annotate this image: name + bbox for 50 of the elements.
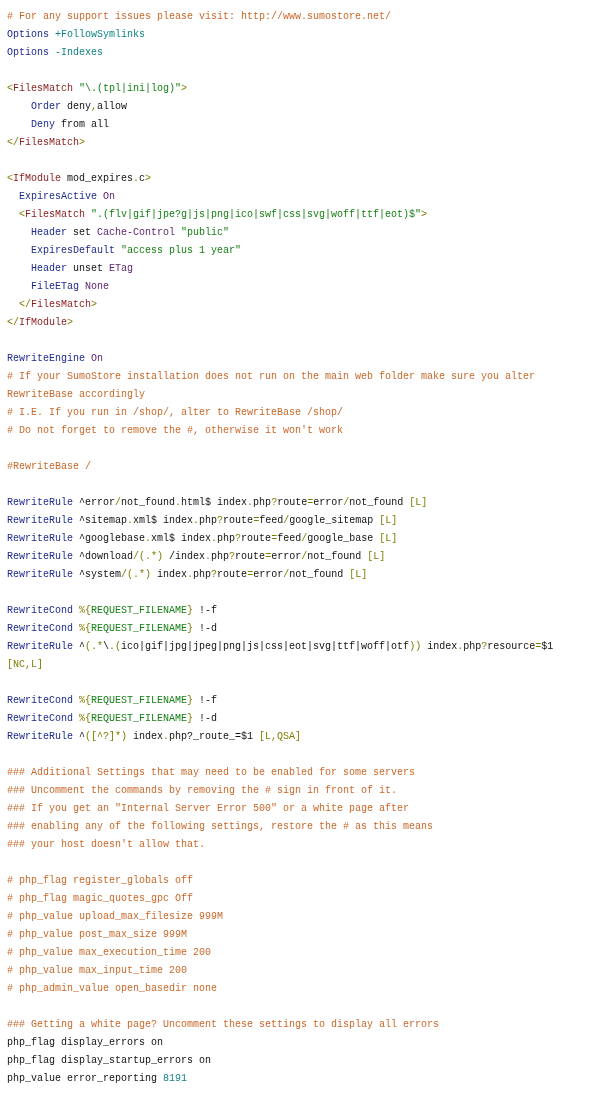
code-line: ### enabling any of the following settings, restore the # as this means xyxy=(7,820,434,834)
code-line: # Do not forget to remove the #, otherwise it won't work xyxy=(7,424,344,438)
code-line: [NC,L] xyxy=(7,658,43,672)
code-line: RewriteCond %{REQUEST_FILENAME} !-d xyxy=(7,622,218,636)
code-line: php_flag display_startup_errors on xyxy=(7,1054,212,1068)
code-line: Deny from all xyxy=(30,118,110,132)
code-line: RewriteRule ^download/(.*) /index.php?route=error/not_found [L] xyxy=(7,550,386,564)
code-line: Options +FollowSymlinks xyxy=(7,28,146,42)
code-line: Options -Indexes xyxy=(7,46,104,60)
code-line: <FilesMatch ".(flv|gif|jpe?g|js|png|ico|swf|css|svg|woff|ttf|eot)$"> xyxy=(18,208,428,222)
code-line: # php_value max_input_time 200 xyxy=(7,964,188,978)
code-line: ### your host doesn't allow that. xyxy=(7,838,206,852)
code-line: RewriteRule ^system/(.*) index.php?route=error/not_found [L] xyxy=(7,568,368,582)
code-line: RewriteBase accordingly xyxy=(7,388,146,402)
code-line: RewriteRule ^(.*\.(ico|gif|jpg|jpeg|png|js|css|eot|svg|ttf|woff|otf)) index.php?resource=$1 xyxy=(7,640,554,654)
code-line: # If your SumoStore installation does not run on the main web folder make sure you alter xyxy=(7,370,536,384)
code-line: Header set Cache-Control "public" xyxy=(30,226,230,240)
code-line: # php_value upload_max_filesize 999M xyxy=(7,910,224,924)
code-line: ExpiresDefault "access plus 1 year" xyxy=(30,244,242,258)
code-line: ### Getting a white page? Uncomment these settings to display all errors xyxy=(7,1018,440,1032)
code-line: # php_flag register_globals off xyxy=(7,874,194,888)
code-line: Header unset ETag xyxy=(30,262,134,276)
code-line: </FilesMatch> xyxy=(18,298,98,312)
code-line: RewriteCond %{REQUEST_FILENAME} !-f xyxy=(7,604,218,618)
code-line: php_value error_reporting 8191 xyxy=(7,1072,188,1086)
code-line: RewriteRule ^error/not_found.html$ index.php?route=error/not_found [L] xyxy=(7,496,428,510)
code-line: RewriteRule ^sitemap.xml$ index.php?route=feed/google_sitemap [L] xyxy=(7,514,398,528)
code-line: # I.E. If you run in /shop/, alter to RewriteBase /shop/ xyxy=(7,406,344,420)
code-line: RewriteEngine On xyxy=(7,352,104,366)
code-line: Order deny,allow xyxy=(30,100,128,114)
code-line: FileETag None xyxy=(30,280,110,294)
code-line: ExpiresActive On xyxy=(18,190,116,204)
code-line: ### Additional Settings that may need to be enabled for some servers xyxy=(7,766,416,780)
code-line: # php_value max_execution_time 200 xyxy=(7,946,212,960)
code-line: RewriteCond %{REQUEST_FILENAME} !-d xyxy=(7,712,218,726)
code-line: php_flag display_errors on xyxy=(7,1036,164,1050)
code-line: RewriteRule ^googlebase.xml$ index.php?route=feed/google_base [L] xyxy=(7,532,398,546)
code-line: ### If you get an "Internal Server Error 500" or a white page after xyxy=(7,802,410,816)
code-line: </FilesMatch> xyxy=(7,136,86,150)
code-line: RewriteCond %{REQUEST_FILENAME} !-f xyxy=(7,694,218,708)
code-line: # php_admin_value open_basedir none xyxy=(7,982,218,996)
code-line: ### Uncomment the commands by removing the # sign in front of it. xyxy=(7,784,398,798)
code-line: # php_value post_max_size 999M xyxy=(7,928,188,942)
code-line: # php_flag magic_quotes_gpc Off xyxy=(7,892,194,906)
code-line: RewriteRule ^([^?]*) index.php?_route_=$1 [L,QSA] xyxy=(7,730,302,744)
code-line: </IfModule> xyxy=(7,316,74,330)
code-line: #RewriteBase / xyxy=(7,460,91,474)
code-line: # For any support issues please visit: http://www.sumostore.net/ xyxy=(7,10,392,24)
code-line: <IfModule mod_expires.c> xyxy=(7,172,152,186)
code-line: <FilesMatch "\.(tpl|ini|log)"> xyxy=(7,82,188,96)
